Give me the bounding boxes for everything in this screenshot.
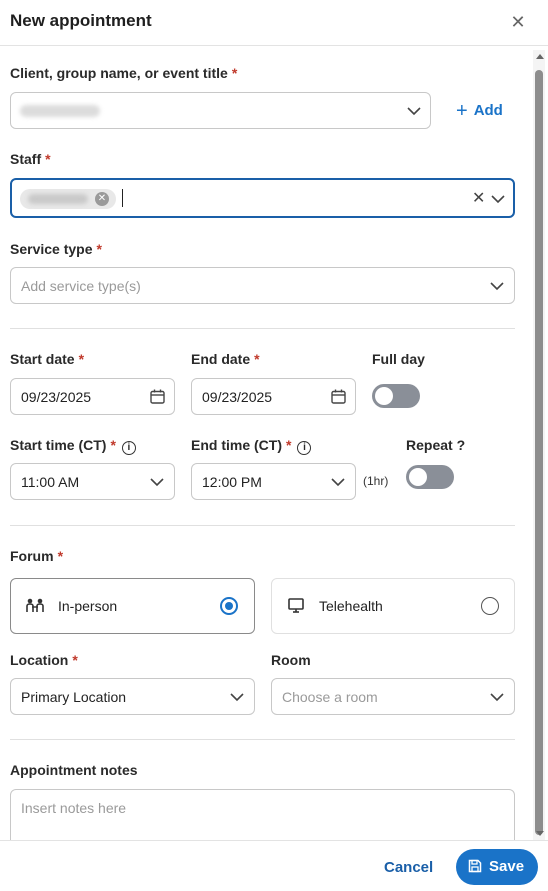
- notes-label: Appointment notes: [10, 762, 138, 778]
- add-client-button[interactable]: + Add: [456, 100, 503, 123]
- location-select[interactable]: Primary Location: [10, 678, 255, 715]
- start-time-label-text: Start time (CT): [10, 437, 107, 453]
- required-marker: *: [57, 548, 64, 564]
- add-label: Add: [473, 102, 503, 119]
- divider: [10, 739, 515, 740]
- room-placeholder: Choose a room: [282, 689, 378, 705]
- dialog-header: New appointment ✕: [0, 0, 548, 46]
- location-label-text: Location: [10, 652, 69, 668]
- forum-label-text: Forum: [10, 548, 54, 564]
- calendar-icon[interactable]: [331, 389, 346, 404]
- scroll-up-icon[interactable]: [536, 54, 544, 59]
- chevron-down-icon[interactable]: [491, 192, 505, 206]
- client-select[interactable]: [10, 92, 431, 129]
- forum-label: Forum *: [10, 548, 63, 564]
- text-cursor: [122, 189, 123, 207]
- remove-chip-icon[interactable]: ✕: [95, 192, 109, 206]
- people-icon: [25, 597, 45, 615]
- staff-label-text: Staff: [10, 151, 42, 167]
- chevron-down-icon: [407, 104, 421, 118]
- service-type-label: Service type *: [10, 241, 102, 257]
- repeat-toggle[interactable]: [406, 465, 454, 489]
- plus-icon: +: [456, 100, 468, 122]
- start-date-input[interactable]: 09/23/2025: [10, 378, 175, 415]
- info-icon[interactable]: i: [297, 441, 312, 455]
- clear-icon[interactable]: ✕: [472, 188, 485, 208]
- required-marker: *: [72, 652, 78, 668]
- required-marker: *: [231, 65, 238, 81]
- notes-placeholder: Insert notes here: [21, 800, 127, 816]
- dialog-title: New appointment: [10, 11, 152, 30]
- end-date-label: End date *: [191, 351, 260, 367]
- location-value: Primary Location: [21, 689, 127, 705]
- start-time-label: Start time (CT) * i: [10, 437, 136, 455]
- cancel-button[interactable]: Cancel: [384, 859, 433, 876]
- radio-selected[interactable]: [220, 597, 238, 615]
- end-time-label-text: End time (CT): [191, 437, 282, 453]
- radio-unselected[interactable]: [481, 597, 499, 615]
- staff-select[interactable]: ✕ ✕: [10, 178, 515, 218]
- save-icon: [468, 859, 482, 873]
- redacted-staff-name: [28, 194, 88, 204]
- chevron-down-icon: [490, 690, 504, 704]
- start-date-label-text: Start date: [10, 351, 75, 367]
- staff-label: Staff *: [10, 151, 51, 167]
- client-label: Client, group name, or event title *: [10, 65, 237, 81]
- divider: [10, 328, 515, 329]
- client-label-text: Client, group name, or event title: [10, 65, 228, 81]
- forum-option-telehealth[interactable]: Telehealth: [271, 578, 515, 634]
- start-date-label: Start date *: [10, 351, 84, 367]
- dialog-footer: Cancel Save: [0, 840, 548, 891]
- in-person-label: In-person: [58, 598, 118, 614]
- start-time-select[interactable]: 11:00 AM: [10, 463, 175, 500]
- staff-chip: ✕: [20, 189, 116, 209]
- end-date-input[interactable]: 09/23/2025: [191, 378, 356, 415]
- calendar-icon[interactable]: [150, 389, 165, 404]
- repeat-label: Repeat ?: [406, 437, 466, 453]
- service-type-label-text: Service type: [10, 241, 93, 257]
- chevron-down-icon: [230, 690, 244, 704]
- end-date-label-text: End date: [191, 351, 251, 367]
- required-marker: *: [45, 151, 51, 167]
- required-marker: *: [286, 437, 292, 453]
- save-label: Save: [489, 858, 525, 875]
- room-label: Room: [271, 652, 311, 668]
- end-time-select[interactable]: 12:00 PM: [191, 463, 356, 500]
- full-day-label: Full day: [372, 351, 425, 367]
- full-day-toggle[interactable]: [372, 384, 420, 408]
- required-marker: *: [254, 351, 260, 367]
- redacted-client-value: [20, 105, 100, 117]
- save-button[interactable]: Save: [456, 849, 538, 885]
- scrollbar-thumb[interactable]: [535, 70, 543, 835]
- scrollbar[interactable]: [533, 50, 545, 840]
- end-time-value: 12:00 PM: [202, 474, 262, 490]
- duration-text: (1hr): [363, 474, 389, 488]
- info-icon[interactable]: i: [121, 441, 136, 455]
- service-type-placeholder: Add service type(s): [21, 278, 141, 294]
- chevron-down-icon: [490, 279, 504, 293]
- end-time-label: End time (CT) * i: [191, 437, 312, 455]
- service-type-select[interactable]: Add service type(s): [10, 267, 515, 304]
- location-label: Location *: [10, 652, 78, 668]
- telehealth-label: Telehealth: [319, 598, 383, 614]
- toggle-knob: [375, 387, 393, 405]
- forum-option-in-person[interactable]: In-person: [10, 578, 255, 634]
- monitor-icon: [286, 597, 306, 615]
- scroll-down-icon[interactable]: [536, 831, 544, 836]
- close-icon[interactable]: ✕: [508, 12, 528, 32]
- required-marker: *: [110, 437, 116, 453]
- divider: [10, 525, 515, 526]
- end-date-value: 09/23/2025: [202, 389, 273, 405]
- start-time-value: 11:00 AM: [21, 474, 80, 490]
- required-marker: *: [78, 351, 85, 367]
- required-marker: *: [96, 241, 102, 257]
- toggle-knob: [409, 468, 427, 486]
- room-select[interactable]: Choose a room: [271, 678, 515, 715]
- chevron-down-icon: [331, 475, 345, 489]
- start-date-value: 09/23/2025: [21, 389, 92, 405]
- chevron-down-icon: [150, 475, 164, 489]
